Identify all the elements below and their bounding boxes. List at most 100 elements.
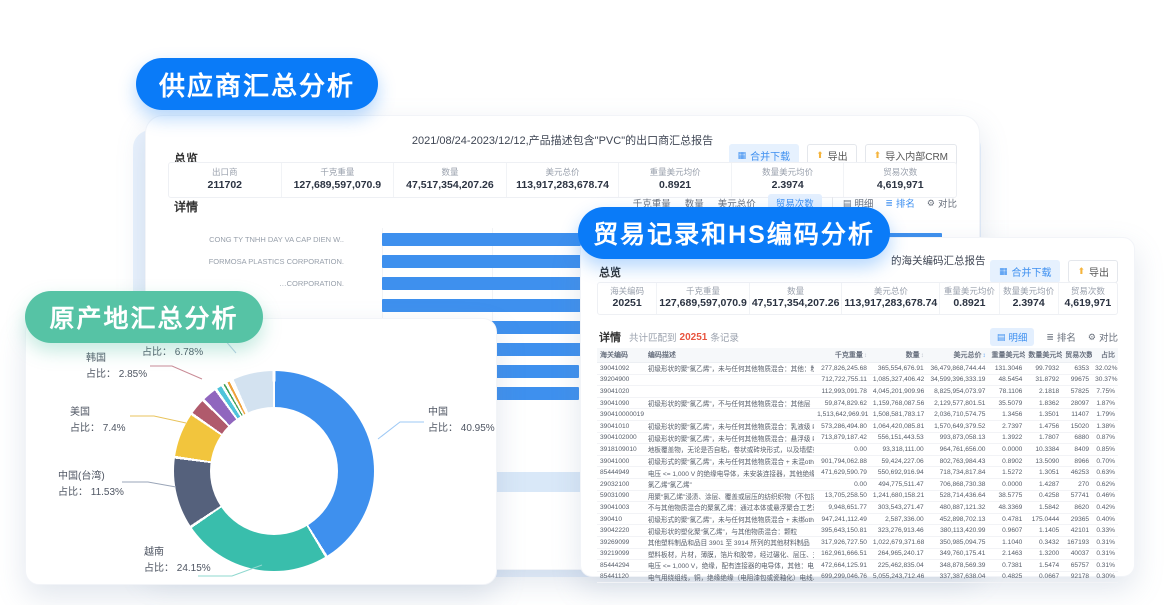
table-cell: 8966 xyxy=(1062,458,1092,465)
table-cell: 78.1106 xyxy=(988,388,1025,395)
column-header[interactable]: 千克重量↕ xyxy=(814,350,870,360)
table-cell: 99.7932 xyxy=(1025,365,1062,372)
table-cell: 39041010 xyxy=(597,423,645,430)
table-cell: 48.3369 xyxy=(988,504,1025,511)
origin-analysis-badge: 原产地汇总分析 xyxy=(25,291,263,343)
table-row[interactable]: 85444949电压 <= 1,000 V 的绝缘电导体，未安装连接器，其他绝缘… xyxy=(597,467,1118,479)
table-cell: 1,022,679,371.68 xyxy=(870,539,927,546)
country-pct: 占比： 6.78% xyxy=(142,345,203,361)
bar-category-label: CONG TY TNHH DAY VA CAP DIEN W.. xyxy=(156,235,382,244)
view-toggle-gear[interactable]: ⚙对比 xyxy=(1088,330,1118,344)
table-cell: 85444294 xyxy=(597,562,645,569)
table-cell: 3918109010 xyxy=(597,446,645,453)
origin-summary-card: 中国 占比： 40.95% 越南 占比： 24.15% 中国(台湾) 占比： 1… xyxy=(25,318,497,585)
table-cell: 472,664,125.91 xyxy=(814,562,870,569)
table-cell: 0.00 xyxy=(814,446,870,453)
table-row[interactable]: 59031090用聚“氯乙烯”浸渍、涂层、覆盖或层压的纺织织物（不包括用聚“氯乙… xyxy=(597,491,1118,503)
table-cell: 30.37% xyxy=(1092,376,1118,383)
view-toggle-gear[interactable]: ⚙对比 xyxy=(927,196,957,210)
table-row[interactable]: 39041003不与其他物质混合的聚氯乙烯：通过本体或悬浮聚合工艺获得的聚氯乙…… xyxy=(597,502,1118,514)
country-name: 美国 xyxy=(70,405,126,421)
donut-hole xyxy=(210,407,338,535)
table-cell: 用聚“氯乙烯”浸渍、涂层、覆盖或层压的纺织织物（不包括用聚“氯乙… xyxy=(645,491,814,501)
table-row[interactable]: 3918109010地板覆盖物，无论是否自粘，卷状或砖块形式，以及墙壁或天花板覆… xyxy=(597,444,1118,456)
table-cell: 39041092 xyxy=(597,365,645,372)
view-label: 排名 xyxy=(1057,330,1076,344)
export-icon: ⬆ xyxy=(1077,267,1085,276)
column-header[interactable]: 海关编码 xyxy=(597,350,645,360)
stat-value: 0.8921 xyxy=(621,179,729,193)
table-row[interactable]: 39219099塑料板材，片材，薄膜，箔片和胶带，经过碾化、层压、支撑或与其他…… xyxy=(597,549,1118,561)
view-toggle-rank[interactable]: ≣排名 xyxy=(1046,330,1076,344)
table-row[interactable]: 390410初级形式的聚“氯乙烯”，未与任何其他物质混合 + 未绑other评级… xyxy=(597,514,1118,526)
gear-icon: ⚙ xyxy=(1088,332,1096,343)
table-cell: 167193 xyxy=(1062,539,1092,546)
stat-value: 4,619,971 xyxy=(846,179,954,193)
hs-export-button[interactable]: ⬆ 导出 xyxy=(1068,260,1118,283)
column-header[interactable]: 美元总价↕ xyxy=(927,350,989,360)
detail-label: 详情 xyxy=(174,198,198,215)
table-cell: 38.5775 xyxy=(988,492,1025,499)
table-row[interactable]: 39269099其他塑料制品和品目 3901 至 3914 所列的其他材料制品（… xyxy=(597,537,1118,549)
table-cell: 29365 xyxy=(1062,516,1092,523)
stat-label: 千克重量 xyxy=(659,286,747,297)
sort-icon[interactable]: ↕ xyxy=(982,353,985,359)
table-cell: 28097 xyxy=(1062,400,1092,407)
stat-label: 重量美元均价 xyxy=(942,286,996,297)
table-cell: 地板覆盖物，无论是否自粘，卷状或砖块形式，以及墙壁或天花板覆盖… xyxy=(645,444,814,454)
sort-icon[interactable]: ↕ xyxy=(864,353,867,359)
table-row[interactable]: 39041090初级形状的聚“氯乙烯”，不与任何其他物质混合：其他层（氯乙烯）…… xyxy=(597,398,1118,410)
table-row[interactable]: 85444294电压 <= 1,000 V，绝缘，配有连接器的电导体，其他：电压… xyxy=(597,560,1118,572)
table-cell: 0.0667 xyxy=(1025,573,1062,580)
country-pct: 占比： 40.95% xyxy=(428,421,495,437)
table-row[interactable]: 39041020112,993,091.784,045,201,909.968,… xyxy=(597,386,1118,398)
stat-value: 127,689,597,070.9 xyxy=(659,297,747,311)
column-header[interactable]: 占比 xyxy=(1092,350,1118,360)
table-row[interactable]: 39204900712,722,755.111,085,327,406.4234… xyxy=(597,375,1118,387)
table-cell: 初级形状的聚“氯乙烯”，不与任何其他物质混合：其他层（氯乙烯）… xyxy=(645,398,814,408)
table-cell: 氯乙烯“氯乙烯” xyxy=(645,479,814,489)
hs-view-toggles: ▤明细 ≣排名 ⚙对比 xyxy=(990,328,1118,346)
column-header[interactable]: 数量美元均价 xyxy=(1025,350,1062,360)
sort-icon[interactable]: ↕ xyxy=(921,353,924,359)
stat-item: 出口商211702 xyxy=(169,163,282,197)
table-row[interactable]: 39041010初级形状的聚“氯乙烯”，未与任何其他物质混合：乳液级 PVC 树… xyxy=(597,421,1118,433)
table-cell: 3904102000 xyxy=(597,434,645,441)
table-cell: 65757 xyxy=(1062,562,1092,569)
table-cell: 11407 xyxy=(1062,411,1092,418)
hs-overview-label: 总览 xyxy=(599,264,621,280)
hs-merge-download-button[interactable]: ▦ 合并下载 xyxy=(990,260,1061,283)
column-header[interactable]: 贸易次数↕ xyxy=(1062,350,1092,360)
table-cell: 1,241,680,158.21 xyxy=(870,492,927,499)
table-cell: 48.5454 xyxy=(988,376,1025,383)
table-row[interactable]: 85441120电气用绕组线，铜，绝缘绝缘（电阻漆包或瓷釉化）电线、电缆（包…6… xyxy=(597,572,1118,584)
table-cell: 39041000 xyxy=(597,458,645,465)
view-toggle-table[interactable]: ▤明细 xyxy=(990,328,1035,346)
stat-item: 重量美元均价0.8921 xyxy=(940,283,999,314)
table-cell: 46253 xyxy=(1062,469,1092,476)
origin-donut-chart[interactable] xyxy=(174,371,374,571)
table-cell: 59,424,227.06 xyxy=(870,458,927,465)
table-cell: 1.38% xyxy=(1092,423,1118,430)
match-suffix: 条记录 xyxy=(710,330,739,344)
table-cell: 0.0000 xyxy=(988,446,1025,453)
stat-item: 海关编码20251 xyxy=(598,283,657,314)
column-header[interactable]: 重量美元均价 xyxy=(988,350,1025,360)
table-cell: 13,705,258.50 xyxy=(814,492,870,499)
table-row[interactable]: 39041092初级形状的聚“氯乙烯”，未与任何其他物质混合：其他：粉末277,… xyxy=(597,363,1118,375)
table-row[interactable]: 39042220初级形状的塑化聚“氯乙烯”，与其他物质混合：颗粒395,643,… xyxy=(597,525,1118,537)
table-cell: 2.1463 xyxy=(988,550,1025,557)
table-row[interactable]: 3904102000初级形状的聚“氯乙烯”，未与任何其他物质混合：悬浮级 PVC… xyxy=(597,433,1118,445)
table-cell: 0.31% xyxy=(1092,562,1118,569)
table-row[interactable]: 39041000初级形式的聚“氯乙烯”，未与任何其他物质混合 + 未混other… xyxy=(597,456,1118,468)
column-header[interactable]: 数量↕ xyxy=(870,350,927,360)
view-toggle-rank[interactable]: ≣排名 xyxy=(885,196,915,210)
stat-value: 47,517,354,207.26 xyxy=(752,297,840,311)
table-cell: 1.1405 xyxy=(1025,527,1062,534)
table-row[interactable]: 29032100氯乙烯“氯乙烯”0.00494,775,511.47706,86… xyxy=(597,479,1118,491)
table-row[interactable]: 3904100000191,513,642,969.911,508,581,78… xyxy=(597,409,1118,421)
column-header[interactable]: 编码描述 xyxy=(645,350,814,360)
table-cell: 1.79% xyxy=(1092,411,1118,418)
table-cell: 1.3501 xyxy=(1025,411,1062,418)
table-cell: 390410 xyxy=(597,516,645,523)
